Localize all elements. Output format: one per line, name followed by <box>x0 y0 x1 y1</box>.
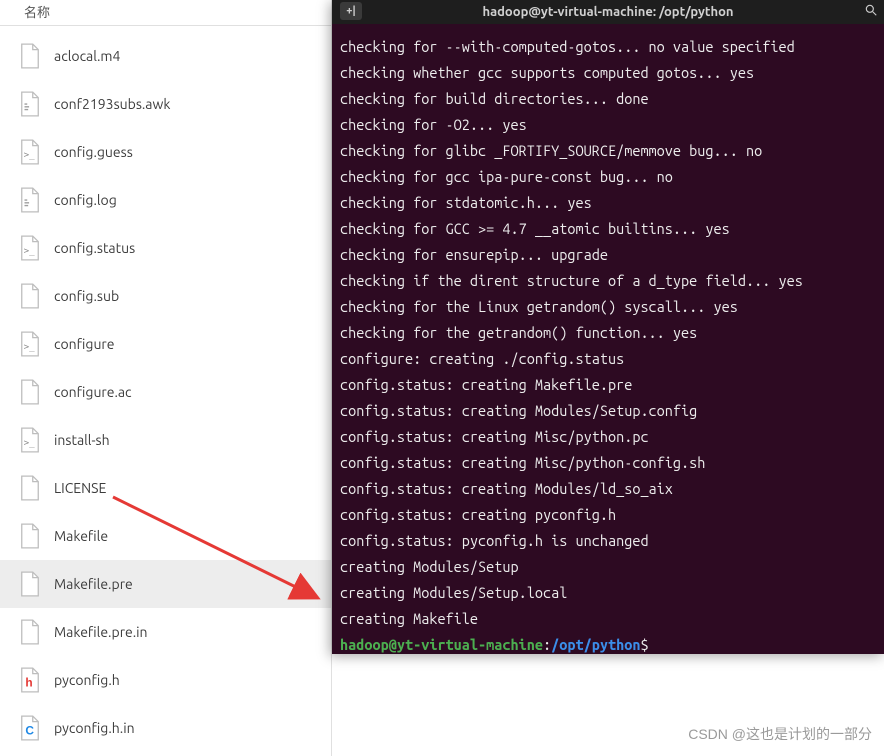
file-name: Makefile.pre <box>54 576 133 592</box>
file-name: Makefile <box>54 528 108 544</box>
new-tab-button[interactable]: +| <box>340 2 362 20</box>
file-generic-icon <box>18 42 42 70</box>
file-shell-icon: >_ <box>18 138 42 166</box>
file-row[interactable]: configure.ac <box>0 368 331 416</box>
watermark: CSDN @这也是计划的一部分 <box>688 724 872 744</box>
file-row[interactable]: h pyconfig.h <box>0 656 331 704</box>
file-code-icon <box>18 90 42 118</box>
file-shell-icon: >_ <box>18 234 42 262</box>
file-shell-icon: >_ <box>18 330 42 358</box>
file-name: LICENSE <box>54 480 106 496</box>
file-row[interactable]: config.sub <box>0 272 331 320</box>
terminal-titlebar[interactable]: +| hadoop@yt-virtual-machine: /opt/pytho… <box>332 0 884 24</box>
svg-text:>_: >_ <box>24 246 36 257</box>
file-row[interactable]: >_ config.status <box>0 224 331 272</box>
file-generic-icon <box>18 378 42 406</box>
prompt-user: hadoop@yt-virtual-machine <box>340 636 543 653</box>
file-row[interactable]: conf2193subs.awk <box>0 80 331 128</box>
file-generic-icon <box>18 282 42 310</box>
file-name: config.log <box>54 192 117 208</box>
file-generic-icon <box>18 618 42 646</box>
svg-text:>_: >_ <box>24 150 36 161</box>
file-list: aclocal.m4 conf2193subs.awk >_ config.guess… <box>0 26 331 756</box>
file-row[interactable]: Cpyconfig.h.in <box>0 704 331 752</box>
file-row[interactable]: >_ config.guess <box>0 128 331 176</box>
file-row[interactable]: README.rst <box>0 752 331 756</box>
file-row[interactable]: >_ install-sh <box>0 416 331 464</box>
file-name: configure.ac <box>54 384 132 400</box>
file-name: pyconfig.h <box>54 672 120 688</box>
file-panel: 名称 aclocal.m4 conf2193subs.awk >_ config.gu… <box>0 0 332 756</box>
file-row[interactable]: Makefile <box>0 512 331 560</box>
file-name: pyconfig.h.in <box>54 720 135 736</box>
file-name: Makefile.pre.in <box>54 624 148 640</box>
svg-text:>_: >_ <box>24 342 36 353</box>
terminal-prompt[interactable]: hadoop@yt-virtual-machine:/opt/python$ <box>340 632 876 654</box>
file-c-icon: C <box>18 714 42 742</box>
file-generic-icon <box>18 570 42 598</box>
file-generic-icon <box>18 522 42 550</box>
file-name: config.status <box>54 240 135 256</box>
file-h-icon: h <box>18 666 42 694</box>
file-row[interactable]: LICENSE <box>0 464 331 512</box>
file-name: aclocal.m4 <box>54 48 120 64</box>
terminal-title: hadoop@yt-virtual-machine: /opt/python <box>482 5 733 19</box>
file-name: config.sub <box>54 288 119 304</box>
file-panel-header: 名称 <box>0 0 331 26</box>
file-shell-icon: >_ <box>18 426 42 454</box>
file-row[interactable]: Makefile.pre <box>0 560 331 608</box>
terminal-body[interactable]: checking for --with-computed-gotos... no… <box>332 24 884 654</box>
file-row[interactable]: aclocal.m4 <box>0 32 331 80</box>
file-name: config.guess <box>54 144 133 160</box>
file-name: conf2193subs.awk <box>54 96 170 112</box>
file-name: install-sh <box>54 432 110 448</box>
prompt-path: /opt/python <box>551 636 640 653</box>
file-code-icon <box>18 186 42 214</box>
file-row[interactable]: config.log <box>0 176 331 224</box>
svg-text:h: h <box>25 675 32 689</box>
file-row[interactable]: >_ configure <box>0 320 331 368</box>
file-name: configure <box>54 336 114 352</box>
prompt-dollar: $ <box>640 636 648 653</box>
svg-text:>_: >_ <box>24 438 36 449</box>
svg-text:C: C <box>25 723 34 737</box>
file-generic-icon <box>18 474 42 502</box>
file-row[interactable]: Makefile.pre.in <box>0 608 331 656</box>
search-icon[interactable] <box>862 3 880 20</box>
terminal-window: +| hadoop@yt-virtual-machine: /opt/pytho… <box>332 0 884 654</box>
prompt-colon: : <box>543 636 551 653</box>
